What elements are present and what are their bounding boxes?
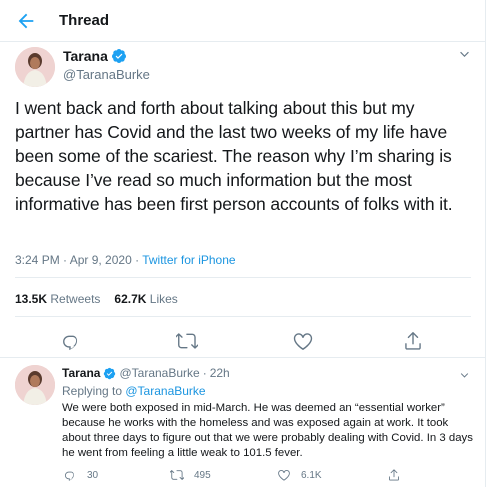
retweet-icon	[170, 470, 184, 480]
page-title: Thread	[59, 12, 110, 29]
reply-share-button[interactable]	[387, 468, 411, 482]
share-icon[interactable]	[402, 330, 424, 352]
reply-actions: 30 495 6.1K	[0, 468, 486, 484]
reply-icon	[64, 471, 74, 481]
replying-prefix: Replying to	[62, 384, 126, 398]
chevron-down-icon[interactable]	[458, 48, 471, 61]
reply-author-handle[interactable]: @TaranaBurke	[119, 366, 199, 380]
tweet-thread-panel: Thread Tarana @TaranaBurke I went back a…	[0, 0, 486, 487]
verified-badge-icon	[104, 367, 116, 379]
avatar[interactable]	[15, 47, 55, 87]
avatar[interactable]	[15, 365, 55, 405]
reply-retweets-count: 495	[194, 469, 211, 481]
author-name-line: Tarana	[63, 48, 127, 64]
share-icon	[389, 469, 399, 481]
reply-retweet-button[interactable]: 495	[170, 468, 211, 482]
reply-author-name[interactable]: Tarana	[62, 366, 100, 380]
reply-icon[interactable]	[60, 330, 82, 352]
divider	[15, 316, 471, 317]
tweet-actions	[0, 330, 486, 352]
replying-to-line: Replying to @TaranaBurke	[62, 384, 206, 398]
divider	[15, 277, 471, 278]
reply-likes-count: 6.1K	[301, 469, 322, 481]
verified-badge-icon	[111, 49, 126, 63]
retweets-label: Retweets	[50, 292, 101, 306]
retweets-count: 13.5K	[15, 292, 48, 306]
reply-text: We were both exposed in mid-March. He wa…	[62, 402, 473, 459]
likes-stat[interactable]: 62.7K Likes	[114, 292, 177, 306]
tweet-timestamp[interactable]: 3:24 PM · Apr 9, 2020 ·	[15, 253, 142, 267]
reply-replies-count: 30	[87, 469, 99, 481]
back-arrow-icon[interactable]	[15, 10, 37, 32]
chevron-down-icon[interactable]	[459, 368, 470, 379]
author-name[interactable]: Tarana	[63, 48, 108, 64]
reply-timestamp[interactable]: 22h	[210, 366, 230, 380]
reply-like-button[interactable]: 6.1K	[277, 468, 322, 482]
tweet-stats: 13.5K Retweets 62.7K Likes	[15, 292, 192, 306]
replying-mention-link[interactable]: @TaranaBurke	[125, 384, 205, 398]
like-icon	[278, 470, 290, 481]
likes-label: Likes	[149, 292, 178, 306]
thread-header: Thread	[0, 0, 486, 42]
likes-count: 62.7K	[114, 292, 147, 306]
author-handle[interactable]: @TaranaBurke	[63, 67, 150, 82]
retweet-icon[interactable]	[174, 330, 199, 352]
tweet-meta: 3:24 PM · Apr 9, 2020 · Twitter for iPho…	[15, 253, 236, 267]
reply-author-line: Tarana @TaranaBurke · 22h	[62, 366, 230, 380]
retweets-stat[interactable]: 13.5K Retweets	[15, 292, 100, 306]
reply-reply-button[interactable]: 30	[63, 468, 98, 482]
tweet-source-link[interactable]: Twitter for iPhone	[142, 253, 235, 267]
tweet-text: I went back and forth about talking abou…	[15, 98, 453, 214]
separator-dot: ·	[202, 366, 207, 380]
like-icon[interactable]	[292, 330, 314, 352]
